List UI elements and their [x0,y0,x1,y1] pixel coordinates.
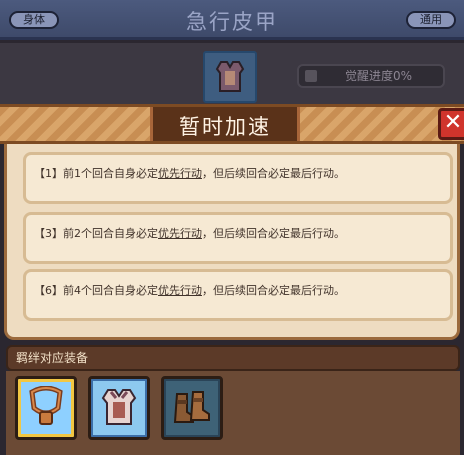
bond-item-boots[interactable] [161,376,223,440]
effect-keyword[interactable]: 优先行动 [158,284,202,297]
effect-entry-text: 【6】前4个回合自身必定 [34,284,158,297]
boots-icon [173,391,210,423]
effect-entry: 【6】前4个回合自身必定优先行动，但后续回合必定最后行动。 [23,269,453,321]
usage-tag: 通用 [406,11,456,29]
effect-entry-text: ，但后续回合必定最后行动。 [202,167,345,180]
close-button[interactable]: ✕ [438,108,464,140]
necklace-icon [29,386,63,425]
effect-entry: 【1】前1个回合自身必定优先行动，但后续回合必定最后行动。 [23,152,453,204]
effect-entry-text: ，但后续回合必定最后行动。 [202,227,345,240]
lock-icon [305,70,317,82]
effect-entry-text: 【1】前1个回合自身必定 [34,167,158,180]
equipment-preview [203,51,257,103]
effect-keyword[interactable]: 优先行动 [158,167,202,180]
leather-armor-icon [215,61,245,92]
effect-entry-text: ，但后续回合必定最后行动。 [202,284,345,297]
leather-armor-icon [101,389,137,425]
awaken-progress: 觉醒进度0% [297,64,445,88]
effect-entry-text: 【3】前2个回合自身必定 [34,227,158,240]
equipment-title: 急行皮甲 [186,10,278,34]
effect-entry: 【3】前2个回合自身必定优先行动，但后续回合必定最后行动。 [23,212,453,264]
awaken-progress-label: 觉醒进度0% [345,69,413,83]
equipment-header: 身体 急行皮甲 通用 [0,0,464,40]
bond-equipment-label: 羁绊对应装备 [6,345,460,371]
popup-title: 暂时加速 [179,115,271,139]
effect-panel: 【1】前1个回合自身必定优先行动，但后续回合必定最后行动。 【3】前2个回合自身… [4,144,460,340]
bond-item-leather-armor[interactable] [88,376,150,440]
effect-keyword[interactable]: 优先行动 [158,227,202,240]
bond-item-necklace[interactable] [15,376,77,440]
popup-banner: 暂时加速 [0,104,464,144]
